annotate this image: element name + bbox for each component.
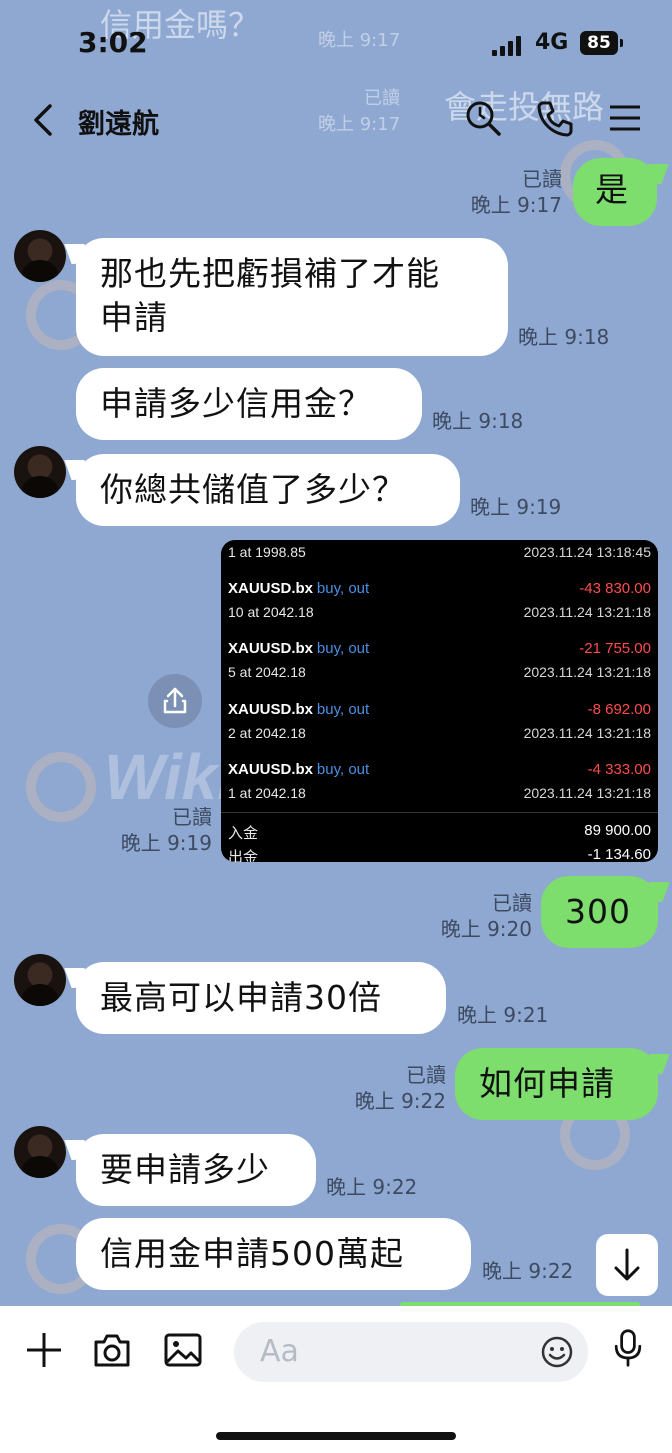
message-bubble-received: 你總共儲值了多少？	[76, 454, 460, 526]
trade-amount: -21 755.00	[579, 640, 651, 657]
avatar[interactable]	[14, 1126, 66, 1178]
trade-top-detail: 1 at 1998.85	[228, 544, 306, 560]
message-text: 如何申請	[479, 1064, 615, 1103]
trade-detail: 1 at 2042.18	[228, 785, 306, 801]
message-text-line: 申請	[100, 298, 168, 337]
trade-amount: -4 333.00	[587, 761, 651, 778]
watermark-logo	[26, 752, 96, 822]
message-text: 是	[595, 170, 629, 209]
trade-symbol: XAUUSD.bx	[228, 580, 314, 597]
message-text-line: 那也先把虧損補了才能	[100, 254, 440, 293]
trade-row: XAUUSD.bx buy, out -8 692.00	[228, 701, 651, 721]
message-time: 晚上 9:22	[354, 1089, 446, 1113]
message-time: 晚上 9:19	[120, 831, 212, 855]
message-text: 信用金申請500萬起	[100, 1234, 404, 1273]
trade-action: buy, out	[316, 761, 370, 778]
message-meta: 已讀 晚上 9:22	[332, 1062, 446, 1114]
divider	[221, 812, 658, 813]
message-input-placeholder: Aa	[260, 1334, 299, 1369]
message-time: 晚上 9:18	[518, 325, 610, 349]
message-time: 晚上 9:19	[470, 495, 562, 519]
trade-action: buy, out	[316, 580, 370, 597]
network-type: 4G	[535, 30, 569, 55]
withdraw-label: 出金	[228, 849, 259, 862]
trade-date: 2023.11.24 13:21:18	[523, 604, 651, 620]
trade-symbol: XAUUSD.bx	[228, 701, 314, 718]
read-receipt: 已讀	[172, 805, 212, 829]
read-receipt: 已讀	[406, 1063, 446, 1087]
avatar[interactable]	[14, 446, 66, 498]
message-input[interactable]: Aa	[234, 1322, 588, 1382]
battery-tip	[620, 39, 623, 47]
share-button[interactable]	[148, 674, 202, 728]
trade-action: buy, out	[316, 640, 370, 657]
home-indicator	[216, 1432, 456, 1440]
battery-indicator: 85	[580, 31, 618, 55]
phone-icon[interactable]	[535, 98, 575, 138]
chat-title: 劉遠航	[78, 109, 159, 140]
message-text: 300	[565, 892, 631, 931]
message-bubble-received: 要申請多少	[76, 1134, 316, 1206]
arrow-down-icon	[614, 1248, 640, 1281]
trade-row: XAUUSD.bx buy, out -21 755.00	[228, 640, 651, 660]
message-meta: 已讀 晚上 9:17	[452, 166, 562, 218]
trade-detail: 2 at 2042.18	[228, 725, 306, 741]
back-icon[interactable]	[26, 100, 66, 140]
scroll-to-bottom-button[interactable]	[596, 1234, 658, 1296]
message-text: 你總共儲值了多少？	[100, 470, 406, 509]
menu-icon[interactable]	[605, 98, 645, 138]
share-icon	[163, 687, 187, 714]
withdraw-value: -1 134.60	[587, 846, 651, 862]
trade-detail: 5 at 2042.18	[228, 664, 306, 680]
ghost-time: 晚上 9:17	[318, 114, 401, 135]
message-text: 要申請多少	[100, 1150, 270, 1189]
trade-symbol: XAUUSD.bx	[228, 640, 314, 657]
trade-top-date: 2023.11.24 13:18:45	[523, 544, 651, 560]
trade-detail: 10 at 2042.18	[228, 604, 314, 620]
read-receipt: 已讀	[492, 891, 532, 915]
message-bubble-received: 最高可以申請30倍	[76, 962, 446, 1034]
deposit-value: 89 900.00	[584, 822, 651, 839]
search-icon[interactable]	[463, 98, 503, 138]
trade-row: XAUUSD.bx buy, out -43 830.00	[228, 580, 651, 600]
read-receipt: 已讀	[522, 167, 562, 191]
message-bubble-received: 信用金申請500萬起	[76, 1218, 471, 1290]
deposit-label: 入金	[228, 825, 259, 842]
message-time: 晚上 9:22	[326, 1175, 418, 1199]
message-bubble-sent: 是	[573, 158, 657, 226]
message-meta: 已讀 晚上 9:20	[418, 890, 532, 942]
mic-icon[interactable]	[608, 1328, 648, 1368]
message-bubble-sent: 300	[541, 876, 658, 948]
trade-date: 2023.11.24 13:21:18	[523, 725, 651, 741]
message-text: 最高可以申請30倍	[100, 978, 382, 1017]
status-time: 3:02	[78, 26, 148, 59]
trade-row: XAUUSD.bx buy, out -4 333.00	[228, 761, 651, 781]
avatar[interactable]	[14, 230, 66, 282]
message-time: 晚上 9:18	[432, 409, 524, 433]
ghost-read: 已讀	[364, 88, 400, 109]
trade-screenshot-image[interactable]: 1 at 1998.85 2023.11.24 13:18:45 XAUUSD.…	[221, 540, 658, 862]
ghost-time: 晚上 9:17	[318, 30, 401, 51]
trade-date: 2023.11.24 13:21:18	[523, 785, 651, 801]
message-time: 晚上 9:22	[482, 1259, 574, 1283]
trade-symbol: XAUUSD.bx	[228, 761, 314, 778]
trade-amount: -8 692.00	[587, 701, 651, 718]
message-meta: 已讀 晚上 9:19	[100, 804, 212, 856]
trade-action: buy, out	[316, 701, 370, 718]
message-time: 晚上 9:20	[440, 917, 532, 941]
trade-amount: -43 830.00	[579, 580, 651, 597]
message-time: 晚上 9:17	[470, 193, 562, 217]
message-bubble-received: 那也先把虧損補了才能 申請	[76, 238, 508, 356]
trade-date: 2023.11.24 13:21:18	[523, 664, 651, 680]
message-text: 申請多少信用金？	[100, 384, 372, 423]
message-bubble-sent: 如何申請	[455, 1048, 658, 1120]
plus-icon[interactable]	[24, 1330, 64, 1370]
image-icon[interactable]	[163, 1330, 203, 1370]
avatar[interactable]	[14, 954, 66, 1006]
message-bubble-received: 申請多少信用金？	[76, 368, 422, 440]
signal-icon	[492, 34, 522, 56]
message-time: 晚上 9:21	[457, 1003, 549, 1027]
emoji-icon[interactable]	[540, 1335, 574, 1369]
camera-icon[interactable]	[92, 1330, 132, 1370]
